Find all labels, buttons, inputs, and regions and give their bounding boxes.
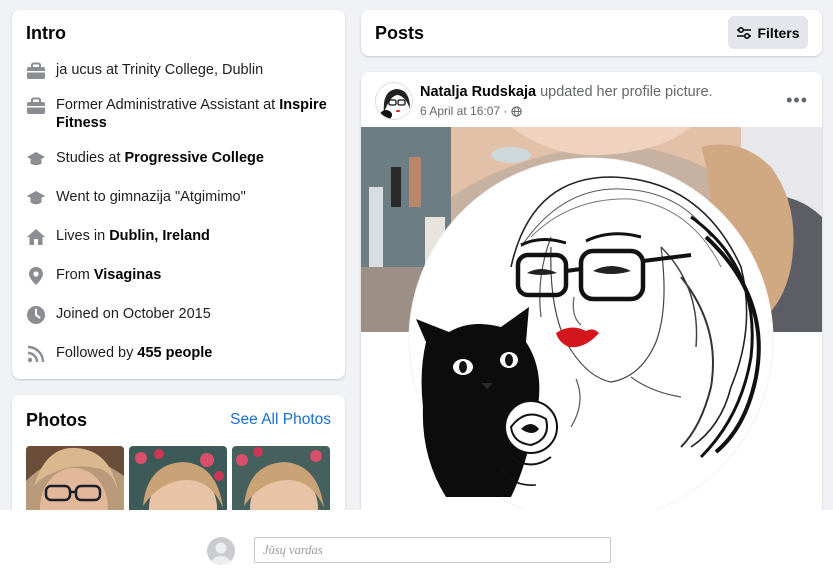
graduation-cap-icon bbox=[26, 188, 46, 208]
intro-item-text: Studies at Progressive College bbox=[56, 150, 264, 166]
intro-item-text: ja ucus at Trinity College, Dublin bbox=[56, 62, 264, 78]
intro-item-lives: Lives in Dublin, Ireland bbox=[26, 227, 336, 247]
intro-item-text: Former Administrative Assistant at Inspi… bbox=[56, 97, 327, 131]
clock-icon bbox=[26, 305, 46, 325]
profile-picture-image[interactable] bbox=[361, 127, 822, 510]
photos-card: Photos See All Photos bbox=[12, 395, 345, 510]
intro-item-joined: Joined on October 2015 bbox=[26, 305, 336, 325]
photo-thumbnail[interactable] bbox=[26, 446, 124, 510]
post-timestamp[interactable]: 6 April at 16:07 · bbox=[420, 104, 507, 118]
intro-item-text: Lives in Dublin, Ireland bbox=[56, 228, 210, 244]
graduation-cap-icon bbox=[26, 149, 46, 169]
intro-item-text: From Visaginas bbox=[56, 267, 162, 283]
see-all-photos-link[interactable]: See All Photos bbox=[230, 411, 331, 429]
rss-icon bbox=[26, 344, 46, 364]
posts-title: Posts bbox=[375, 23, 425, 43]
post-card: Natalja Rudskaja updated her profile pic… bbox=[361, 72, 822, 510]
intro-card: Intro ja ucus at Trinity College, Dublin… bbox=[12, 10, 345, 379]
home-icon bbox=[26, 227, 46, 247]
user-avatar-placeholder bbox=[207, 537, 235, 565]
briefcase-icon bbox=[26, 61, 46, 81]
filters-label: Filters bbox=[757, 24, 800, 41]
intro-item-work-trinity: ja ucus at Trinity College, Dublin bbox=[26, 61, 336, 81]
post-action-text: updated her profile picture. bbox=[536, 84, 713, 100]
intro-item-link[interactable]: Visaginas bbox=[94, 267, 161, 283]
location-pin-icon bbox=[26, 266, 46, 286]
name-input[interactable] bbox=[254, 537, 611, 563]
author-name[interactable]: Natalja Rudskaja bbox=[420, 84, 536, 100]
intro-item-followers: Followed by 455 people bbox=[26, 344, 336, 364]
intro-item-school: Went to gimnazija "Atgimimo" bbox=[26, 188, 336, 208]
post-headline: Natalja Rudskaja updated her profile pic… bbox=[420, 84, 713, 100]
photo-thumbnail[interactable] bbox=[129, 446, 227, 510]
filters-button[interactable]: Filters bbox=[728, 16, 808, 49]
filters-icon bbox=[737, 26, 752, 39]
intro-item-text: Went to gimnazija "Atgimimo" bbox=[56, 189, 246, 205]
profile-page: Intro ja ucus at Trinity College, Dublin… bbox=[0, 0, 833, 510]
intro-item-work-inspire: Former Administrative Assistant at Inspi… bbox=[26, 96, 336, 132]
photo-thumbnail[interactable] bbox=[232, 446, 330, 510]
intro-item-link[interactable]: Progressive College bbox=[125, 150, 264, 166]
photos-title: Photos bbox=[26, 410, 87, 430]
followers-link[interactable]: 455 people bbox=[137, 345, 212, 361]
intro-item-text: Joined on October 2015 bbox=[56, 306, 211, 322]
intro-item-from: From Visaginas bbox=[26, 266, 336, 286]
intro-item-text: Followed by 455 people bbox=[56, 345, 213, 361]
intro-item-studies: Studies at Progressive College bbox=[26, 149, 336, 169]
post-meta: 6 April at 16:07 · bbox=[420, 104, 523, 118]
author-avatar[interactable] bbox=[375, 82, 413, 120]
briefcase-icon bbox=[26, 96, 46, 116]
more-options-button[interactable]: ••• bbox=[786, 90, 808, 111]
globe-icon bbox=[511, 105, 523, 117]
intro-item-link[interactable]: Dublin, Ireland bbox=[109, 228, 210, 244]
posts-header-card: Posts Filters bbox=[361, 10, 822, 56]
intro-title: Intro bbox=[26, 23, 66, 43]
